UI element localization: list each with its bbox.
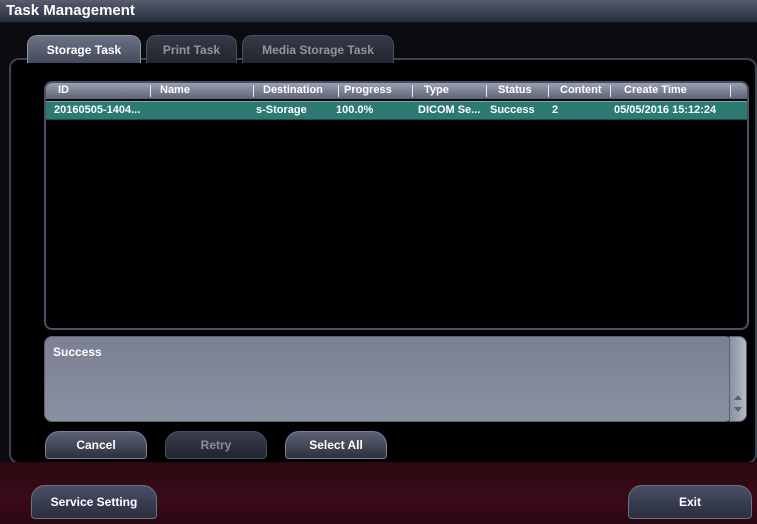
window-title: Task Management xyxy=(6,2,135,19)
column-header-destination[interactable]: Destination xyxy=(263,84,323,96)
column-header-content[interactable]: Content xyxy=(560,84,602,96)
tab-media-storage-task[interactable]: Media Storage Task xyxy=(242,35,394,63)
cell-status: Success xyxy=(490,104,535,116)
scroll-up-icon[interactable] xyxy=(734,395,742,400)
cell-type: DICOM Se... xyxy=(418,104,481,116)
cell-progress: 100.0% xyxy=(336,104,374,116)
tab-print-task-label: Print Task xyxy=(162,42,221,57)
cancel-button-label: Cancel xyxy=(76,438,116,452)
window-title-bar: Task Management xyxy=(0,0,757,23)
tab-storage-task[interactable]: Storage Task xyxy=(27,35,141,63)
status-message-text: Success xyxy=(53,345,102,359)
service-setting-button-label: Service Setting xyxy=(50,495,138,509)
column-divider[interactable] xyxy=(150,85,151,97)
column-header-id[interactable]: ID xyxy=(58,84,69,96)
cell-create-time: 05/05/2016 15:12:24 xyxy=(614,104,717,116)
column-divider[interactable] xyxy=(253,85,254,97)
select-all-button[interactable]: Select All xyxy=(285,431,387,459)
cell-content: 2 xyxy=(552,104,559,116)
exit-button[interactable]: Exit xyxy=(628,485,752,519)
column-header-type[interactable]: Type xyxy=(424,84,449,96)
column-header-name[interactable]: Name xyxy=(160,84,190,96)
exit-button-label: Exit xyxy=(678,495,701,509)
column-divider[interactable] xyxy=(610,85,611,97)
select-all-button-label: Select All xyxy=(309,438,363,452)
tab-storage-task-label: Storage Task xyxy=(46,42,122,57)
column-divider[interactable] xyxy=(338,85,339,97)
column-header-progress[interactable]: Progress xyxy=(344,84,392,96)
column-divider[interactable] xyxy=(412,85,413,97)
retry-button-label: Retry xyxy=(200,438,232,452)
retry-button[interactable]: Retry xyxy=(165,431,267,459)
column-divider[interactable] xyxy=(486,85,487,97)
column-divider[interactable] xyxy=(548,85,549,97)
tab-print-task[interactable]: Print Task xyxy=(146,35,237,63)
tab-media-storage-task-label: Media Storage Task xyxy=(262,42,374,57)
task-table[interactable]: ID Name Destination Progress Type Status… xyxy=(44,81,749,330)
table-row[interactable]: 20160505-1404... s-Storage 100.0% DICOM … xyxy=(46,101,747,120)
table-header: ID Name Destination Progress Type Status… xyxy=(46,83,747,99)
scroll-down-icon[interactable] xyxy=(734,407,742,412)
column-header-status[interactable]: Status xyxy=(498,84,532,96)
message-scrollbar[interactable] xyxy=(729,336,747,422)
service-setting-button[interactable]: Service Setting xyxy=(31,485,157,519)
cell-id: 20160505-1404... xyxy=(54,104,141,116)
cell-destination: s-Storage xyxy=(256,104,307,116)
column-header-create-time[interactable]: Create Time xyxy=(624,84,687,96)
cancel-button[interactable]: Cancel xyxy=(45,431,147,459)
status-message-box: Success xyxy=(44,336,733,422)
column-divider[interactable] xyxy=(730,85,731,97)
